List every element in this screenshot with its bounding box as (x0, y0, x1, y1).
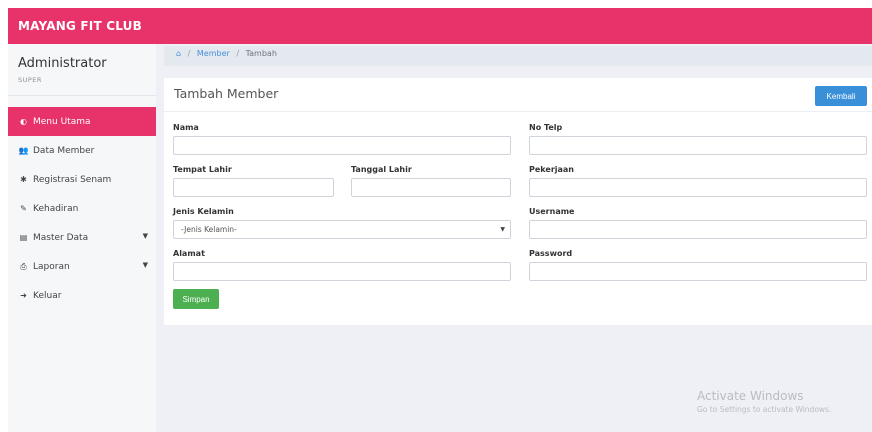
sidebar-item-label: Registrasi Senam (33, 174, 112, 185)
sidebar-item-menu-utama[interactable]: ◐ Menu Utama (8, 107, 156, 136)
breadcrumb-separator: / (187, 49, 191, 58)
pekerjaan-label: Pekerjaan (529, 165, 574, 174)
top-navbar: MAYANG FIT CLUB (8, 8, 872, 44)
sidebar-item-label: Master Data (33, 232, 89, 243)
sidebar-menu: ◐ Menu Utama 👥 Data Member ✱ Registrasi … (8, 107, 156, 310)
no-telp-label: No Telp (529, 123, 563, 132)
sidebar-item-label: Laporan (33, 261, 70, 272)
password-input[interactable] (529, 262, 867, 281)
dashboard-icon: ◐ (20, 117, 27, 126)
sidebar-item-laporan[interactable]: ⎙ Laporan ▼ (8, 252, 156, 281)
tempat-lahir-input[interactable] (173, 178, 334, 197)
card-divider (164, 111, 872, 112)
sidebar-item-label: Menu Utama (33, 116, 91, 127)
username-label: Username (529, 207, 575, 216)
gear-icon: ✱ (20, 175, 27, 184)
watermark-subtitle: Go to Settings to activate Windows. (697, 405, 832, 414)
alamat-label: Alamat (173, 249, 205, 258)
database-icon: ▤ (19, 233, 28, 242)
watermark-title: Activate Windows (697, 389, 804, 403)
sidebar-item-label: Kehadiran (33, 203, 79, 214)
user-role: SUPER (18, 76, 42, 84)
users-icon: 👥 (18, 146, 29, 155)
chevron-down-icon: ▼ (142, 232, 148, 240)
sidebar-item-keluar[interactable]: ➜ Keluar (8, 281, 156, 310)
nama-label: Nama (173, 123, 199, 132)
sidebar-item-registrasi-senam[interactable]: ✱ Registrasi Senam (8, 165, 156, 194)
tempat-lahir-label: Tempat Lahir (173, 165, 232, 174)
breadcrumb-current: Tambah (245, 49, 277, 58)
brand-title[interactable]: MAYANG FIT CLUB (18, 8, 142, 44)
sign-out-icon: ➜ (20, 291, 27, 300)
username-input[interactable] (529, 220, 867, 239)
sidebar-item-master-data[interactable]: ▤ Master Data ▼ (8, 223, 156, 252)
sidebar-item-label: Keluar (33, 290, 62, 301)
home-icon[interactable]: ⌂ (176, 49, 181, 58)
user-name: Administrator (18, 56, 107, 71)
tanggal-lahir-label: Tanggal Lahir (351, 165, 412, 174)
user-panel: Administrator SUPER (8, 44, 156, 96)
alamat-input[interactable] (173, 262, 511, 281)
chevron-down-icon: ▼ (142, 261, 148, 269)
jenis-kelamin-select[interactable]: -Jenis Kelamin- ▼ (173, 220, 511, 239)
save-button[interactable]: Simpan (173, 289, 219, 309)
no-telp-input[interactable] (529, 136, 867, 155)
chevron-down-icon: ▼ (500, 226, 505, 233)
breadcrumb-separator: / (236, 49, 240, 58)
page-title: Tambah Member (174, 86, 279, 101)
password-label: Password (529, 249, 573, 258)
print-icon: ⎙ (20, 261, 27, 271)
pekerjaan-input[interactable] (529, 178, 867, 197)
breadcrumb-link-member[interactable]: Member (197, 49, 230, 58)
jenis-kelamin-label: Jenis Kelamin (173, 207, 234, 216)
jenis-kelamin-selected: -Jenis Kelamin- (181, 225, 237, 234)
back-button[interactable]: Kembali (815, 86, 867, 106)
nama-input[interactable] (173, 136, 511, 155)
sidebar-item-label: Data Member (33, 145, 95, 156)
breadcrumb: ⌂ / Member / Tambah (164, 46, 872, 66)
edit-icon: ✎ (20, 204, 27, 213)
sidebar-item-kehadiran[interactable]: ✎ Kehadiran (8, 194, 156, 223)
sidebar-item-data-member[interactable]: 👥 Data Member (8, 136, 156, 165)
tanggal-lahir-input[interactable] (351, 178, 511, 197)
member-form-card: Tambah Member Kembali Nama No Telp Tempa… (164, 78, 872, 325)
sidebar: Administrator SUPER ◐ Menu Utama 👥 Data … (8, 44, 156, 432)
